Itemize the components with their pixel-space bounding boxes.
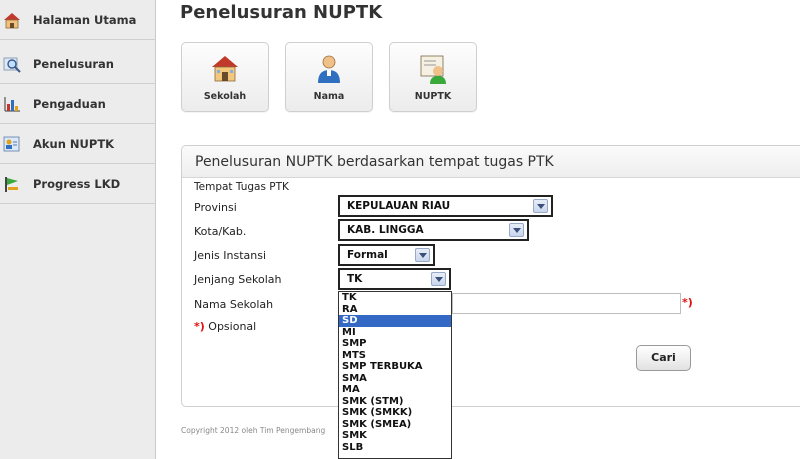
tile-sekolah[interactable]: Sekolah — [181, 42, 269, 112]
dropdown-option[interactable]: SLB — [339, 442, 451, 454]
nama-sekolah-label: Nama Sekolah — [194, 298, 274, 311]
sidebar-item-halaman-utama[interactable]: Halaman Utama — [0, 0, 156, 40]
dropdown-option[interactable]: MA — [339, 384, 451, 396]
nama-sekolah-input[interactable] — [452, 293, 681, 314]
jenjang-sekolah-value: TK — [347, 273, 363, 285]
sidebar-item-label: Halaman Utama — [33, 12, 137, 27]
chart-icon — [4, 96, 20, 112]
dropdown-option[interactable]: SMP TERBUKA — [339, 361, 451, 373]
id-card-icon — [3, 136, 20, 151]
dropdown-option[interactable]: MI — [339, 327, 451, 339]
footer-text: Copyright 2012 oleh Tim Pengembang — [181, 426, 326, 435]
search-button[interactable]: Cari — [636, 345, 691, 371]
sidebar-item-label: Progress LKD — [33, 176, 121, 191]
school-building-icon — [212, 56, 238, 82]
magnifier-icon — [3, 57, 21, 73]
dropdown-option[interactable]: SMK (SMEA) — [339, 419, 451, 431]
dropdown-option[interactable]: MTS — [339, 350, 451, 362]
jenjang-sekolah-label: Jenjang Sekolah — [194, 273, 282, 286]
sidebar-item-label: Pengaduan — [33, 96, 106, 111]
chevron-down-icon[interactable] — [533, 199, 548, 213]
sidebar-item-pengaduan[interactable]: Pengaduan — [0, 84, 156, 124]
house-icon — [4, 12, 20, 28]
optional-note-mark: *) — [194, 320, 205, 333]
tile-label: Sekolah — [203, 91, 247, 102]
dropdown-option[interactable]: SMP — [339, 338, 451, 350]
tile-label: Nama — [313, 91, 345, 102]
panel-header: Penelusuran NUPTK berdasarkan tempat tug… — [182, 146, 800, 178]
dropdown-option[interactable]: SMK — [339, 430, 451, 442]
tile-nama[interactable]: Nama — [285, 42, 373, 112]
kota-select[interactable]: KAB. LINGGA — [338, 219, 529, 241]
dropdown-option[interactable]: SMK (STM) — [339, 396, 451, 408]
person-icon — [318, 55, 340, 83]
jenis-instansi-select[interactable]: Formal — [338, 244, 435, 266]
chevron-down-icon[interactable] — [415, 248, 430, 262]
kota-value: KAB. LINGGA — [347, 224, 424, 236]
optional-note-text: Opsional — [208, 320, 257, 333]
jenjang-sekolah-select[interactable]: TK — [338, 268, 451, 290]
chevron-down-icon[interactable] — [431, 272, 446, 286]
panel-title: Penelusuran NUPTK berdasarkan tempat tug… — [195, 154, 554, 170]
teacher-book-icon — [420, 55, 446, 84]
sidebar-item-akun-nuptk[interactable]: Akun NUPTK — [0, 124, 156, 164]
page-title: Penelusuran NUPTK — [180, 2, 383, 23]
optional-note: *) Opsional — [194, 320, 256, 333]
dropdown-option[interactable]: SD — [339, 315, 451, 327]
dropdown-option[interactable]: SMK (SMKK) — [339, 407, 451, 419]
sidebar-item-label: Penelusuran — [33, 56, 114, 71]
section-label: Tempat Tugas PTK — [194, 181, 289, 193]
provinsi-label: Provinsi — [194, 201, 237, 214]
sidebar-item-label: Akun NUPTK — [33, 136, 115, 151]
jenis-instansi-label: Jenis Instansi — [194, 249, 267, 262]
dropdown-option[interactable]: RA — [339, 304, 451, 316]
dropdown-option[interactable]: SMA — [339, 373, 451, 385]
sidebar: Halaman Utama Penelusuran Pengaduan Akun… — [0, 0, 156, 459]
jenis-instansi-value: Formal — [347, 249, 388, 261]
tile-label: NUPTK — [414, 91, 452, 102]
dropdown-option[interactable]: TK — [339, 292, 451, 304]
progress-flag-icon — [5, 176, 18, 192]
tile-nuptk[interactable]: NUPTK — [389, 42, 477, 112]
chevron-down-icon[interactable] — [509, 223, 524, 237]
sidebar-item-progress-lkd[interactable]: Progress LKD — [0, 164, 156, 204]
optional-mark: *) — [682, 296, 693, 309]
sidebar-item-penelusuran[interactable]: Penelusuran — [0, 44, 156, 84]
provinsi-value: KEPULAUAN RIAU — [347, 200, 451, 212]
jenjang-sekolah-dropdown-list[interactable]: TK RA SD MI SMP MTS SMP TERBUKA SMA MA SMK (STM) S… — [338, 291, 452, 459]
provinsi-select[interactable]: KEPULAUAN RIAU — [338, 195, 553, 217]
kota-label: Kota/Kab. — [194, 225, 247, 238]
